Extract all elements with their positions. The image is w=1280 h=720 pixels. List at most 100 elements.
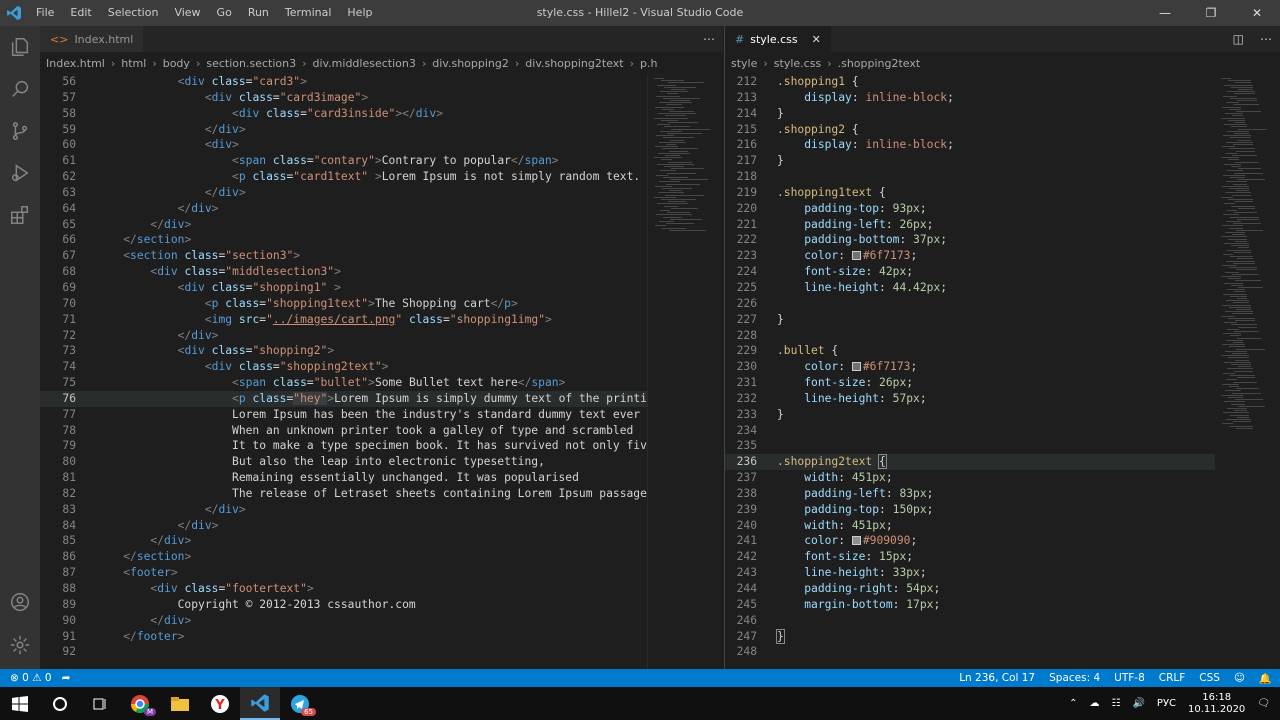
menu-edit[interactable]: Edit xyxy=(62,0,99,26)
file-explorer-icon[interactable] xyxy=(160,687,200,720)
minimize-button[interactable]: — xyxy=(1142,0,1188,26)
code-line[interactable]: 234 xyxy=(725,423,1215,439)
code-line[interactable]: 74 <div class="shopping2text"> xyxy=(40,359,647,375)
cloud-icon[interactable]: ☁ xyxy=(1090,698,1100,709)
code-line[interactable]: 230 color: #6f7173; xyxy=(725,359,1215,375)
code-line[interactable]: 78 When an unknown printer took a galley… xyxy=(40,423,647,439)
code-line[interactable]: 229 .bullet { xyxy=(725,343,1215,359)
code-line[interactable]: 71 <img src="../images/cart.png" class="… xyxy=(40,312,647,328)
maximize-button[interactable]: ❐ xyxy=(1188,0,1234,26)
code-line[interactable]: 58 <div class="card3inside"></div> xyxy=(40,106,647,122)
menu-selection[interactable]: Selection xyxy=(100,0,167,26)
code-line[interactable]: 80 But also the leap into electronic typ… xyxy=(40,454,647,470)
code-line[interactable]: 57 <div class="card3image"> xyxy=(40,90,647,106)
volume-icon[interactable]: 🔊 xyxy=(1132,698,1144,709)
code-line[interactable]: 76 <p class="hey">Lorem Ipsum is simply … xyxy=(40,390,647,407)
code-line[interactable]: 85 </div> xyxy=(40,533,647,549)
breadcrumb-item[interactable]: div.shopping2 xyxy=(432,57,509,70)
code-area-html[interactable]: 56 <div class="card3"> 57 <div class="car… xyxy=(40,74,647,669)
code-line[interactable]: 212 .shopping1 { xyxy=(725,74,1215,90)
code-line[interactable]: 59 </div> xyxy=(40,122,647,138)
code-line[interactable]: 88 <div class="footertext"> xyxy=(40,581,647,597)
menu-terminal[interactable]: Terminal xyxy=(277,0,340,26)
vscode-taskbar-icon[interactable] xyxy=(240,687,280,720)
code-line[interactable]: 240 width: 451px; xyxy=(725,518,1215,534)
code-line[interactable]: 90 </div> xyxy=(40,613,647,629)
breadcrumb-item[interactable]: Index.html xyxy=(46,57,105,70)
more-actions-icon[interactable]: ⋯ xyxy=(703,32,715,46)
cursor-position[interactable]: Ln 236, Col 17 xyxy=(959,672,1035,684)
code-line[interactable]: 56 <div class="card3"> xyxy=(40,74,647,90)
code-line[interactable]: 217} xyxy=(725,153,1215,169)
code-line[interactable]: 247} xyxy=(725,628,1215,645)
code-line[interactable]: 243 line-height: 33px; xyxy=(725,565,1215,581)
breadcrumb-item[interactable]: html xyxy=(121,57,146,70)
chevron-up-icon[interactable]: ⌃ xyxy=(1069,698,1077,709)
menu-run[interactable]: Run xyxy=(240,0,277,26)
menu-view[interactable]: View xyxy=(166,0,208,26)
code-line[interactable]: 221 padding-left: 26px; xyxy=(725,217,1215,233)
breadcrumb-item[interactable]: div.middlesection3 xyxy=(312,57,415,70)
search-circle-icon[interactable] xyxy=(40,687,80,720)
code-line[interactable]: 69 <div class="shopping1" > xyxy=(40,280,647,296)
code-line[interactable]: 65 </div> xyxy=(40,217,647,233)
source-control-icon[interactable] xyxy=(0,110,40,152)
feedback-icon[interactable]: ☺ xyxy=(1234,672,1245,684)
code-line[interactable]: 213 display: inline-block; xyxy=(725,90,1215,106)
code-line[interactable]: 83 </div> xyxy=(40,502,647,518)
menu-go[interactable]: Go xyxy=(209,0,240,26)
code-line[interactable]: 225 line-height: 44.42px; xyxy=(725,280,1215,296)
code-line[interactable]: 223 color: #6f7173; xyxy=(725,248,1215,264)
accounts-icon[interactable] xyxy=(0,581,40,623)
code-line[interactable]: 214} xyxy=(725,106,1215,122)
more-actions-icon[interactable]: ⋯ xyxy=(1260,32,1272,46)
tab-index-html[interactable]: <> Index.html xyxy=(40,26,144,52)
code-line[interactable]: 73 <div class="shopping2"> xyxy=(40,343,647,359)
notifications-bell-icon[interactable]: 🔔 xyxy=(1259,672,1272,685)
code-line[interactable]: 62 <p class="card1text" >Lorem Ipsum is … xyxy=(40,169,647,185)
split-editor-icon[interactable]: ◫ xyxy=(1233,32,1244,46)
code-line[interactable]: 219 .shopping1text { xyxy=(725,185,1215,201)
code-line[interactable]: 84 </div> xyxy=(40,518,647,534)
code-line[interactable]: 236 .shopping2text { xyxy=(725,454,1215,471)
code-line[interactable]: 91 </footer> xyxy=(40,629,647,645)
extensions-icon[interactable] xyxy=(0,194,40,236)
breadcrumb-item[interactable]: p.h xyxy=(640,57,657,70)
line-ending[interactable]: CRLF xyxy=(1159,672,1186,684)
code-line[interactable]: 75 <span class="bullet">Some Bullet text… xyxy=(40,375,647,391)
language-mode[interactable]: CSS xyxy=(1199,672,1220,684)
code-line[interactable]: 215 .shopping2 { xyxy=(725,122,1215,138)
code-line[interactable]: 79 It to make a type specimen book. It h… xyxy=(40,438,647,454)
code-line[interactable]: 226 xyxy=(725,296,1215,312)
code-line[interactable]: 77 Lorem Ipsum has been the industry's s… xyxy=(40,407,647,423)
code-line[interactable]: 233} xyxy=(725,407,1215,423)
breadcrumb-item[interactable]: style xyxy=(731,57,757,70)
code-line[interactable]: 70 <p class="shopping1text">The Shopping… xyxy=(40,296,647,312)
code-line[interactable]: 246 xyxy=(725,613,1215,629)
code-line[interactable]: 242 font-size: 15px; xyxy=(725,549,1215,565)
code-line[interactable]: 67 <section class="section3"> xyxy=(40,248,647,264)
breadcrumb-item[interactable]: .shopping2text xyxy=(838,57,921,70)
code-line[interactable]: 64 </div> xyxy=(40,201,647,217)
minimap[interactable] xyxy=(1215,74,1280,669)
code-line[interactable]: 235 xyxy=(725,438,1215,454)
problems-indicator[interactable]: ⊗ 0 ⚠ 0 xyxy=(10,672,52,684)
close-tab-icon[interactable]: ✕ xyxy=(812,33,821,46)
search-icon[interactable] xyxy=(0,68,40,110)
code-line[interactable]: 89 Copyright © 2012-2013 cssauthor.com xyxy=(40,597,647,613)
explorer-icon[interactable] xyxy=(0,26,40,68)
code-line[interactable]: 228 xyxy=(725,328,1215,344)
code-line[interactable]: 87 <footer> xyxy=(40,565,647,581)
chrome-icon[interactable]: M xyxy=(120,687,160,720)
breadcrumb-item[interactable]: style.css xyxy=(774,57,821,70)
code-line[interactable]: 244 padding-right: 54px; xyxy=(725,581,1215,597)
breadcrumb-item[interactable]: section.section3 xyxy=(206,57,296,70)
code-line[interactable]: 245 margin-bottom: 17px; xyxy=(725,597,1215,613)
code-line[interactable]: 60 <div> xyxy=(40,137,647,153)
code-line[interactable]: 248 xyxy=(725,644,1215,660)
run-debug-icon[interactable] xyxy=(0,152,40,194)
notification-center-icon[interactable]: 🗨 xyxy=(1257,698,1270,709)
minimap[interactable] xyxy=(647,74,723,669)
menu-file[interactable]: File xyxy=(28,0,62,26)
task-view-icon[interactable] xyxy=(80,687,120,720)
